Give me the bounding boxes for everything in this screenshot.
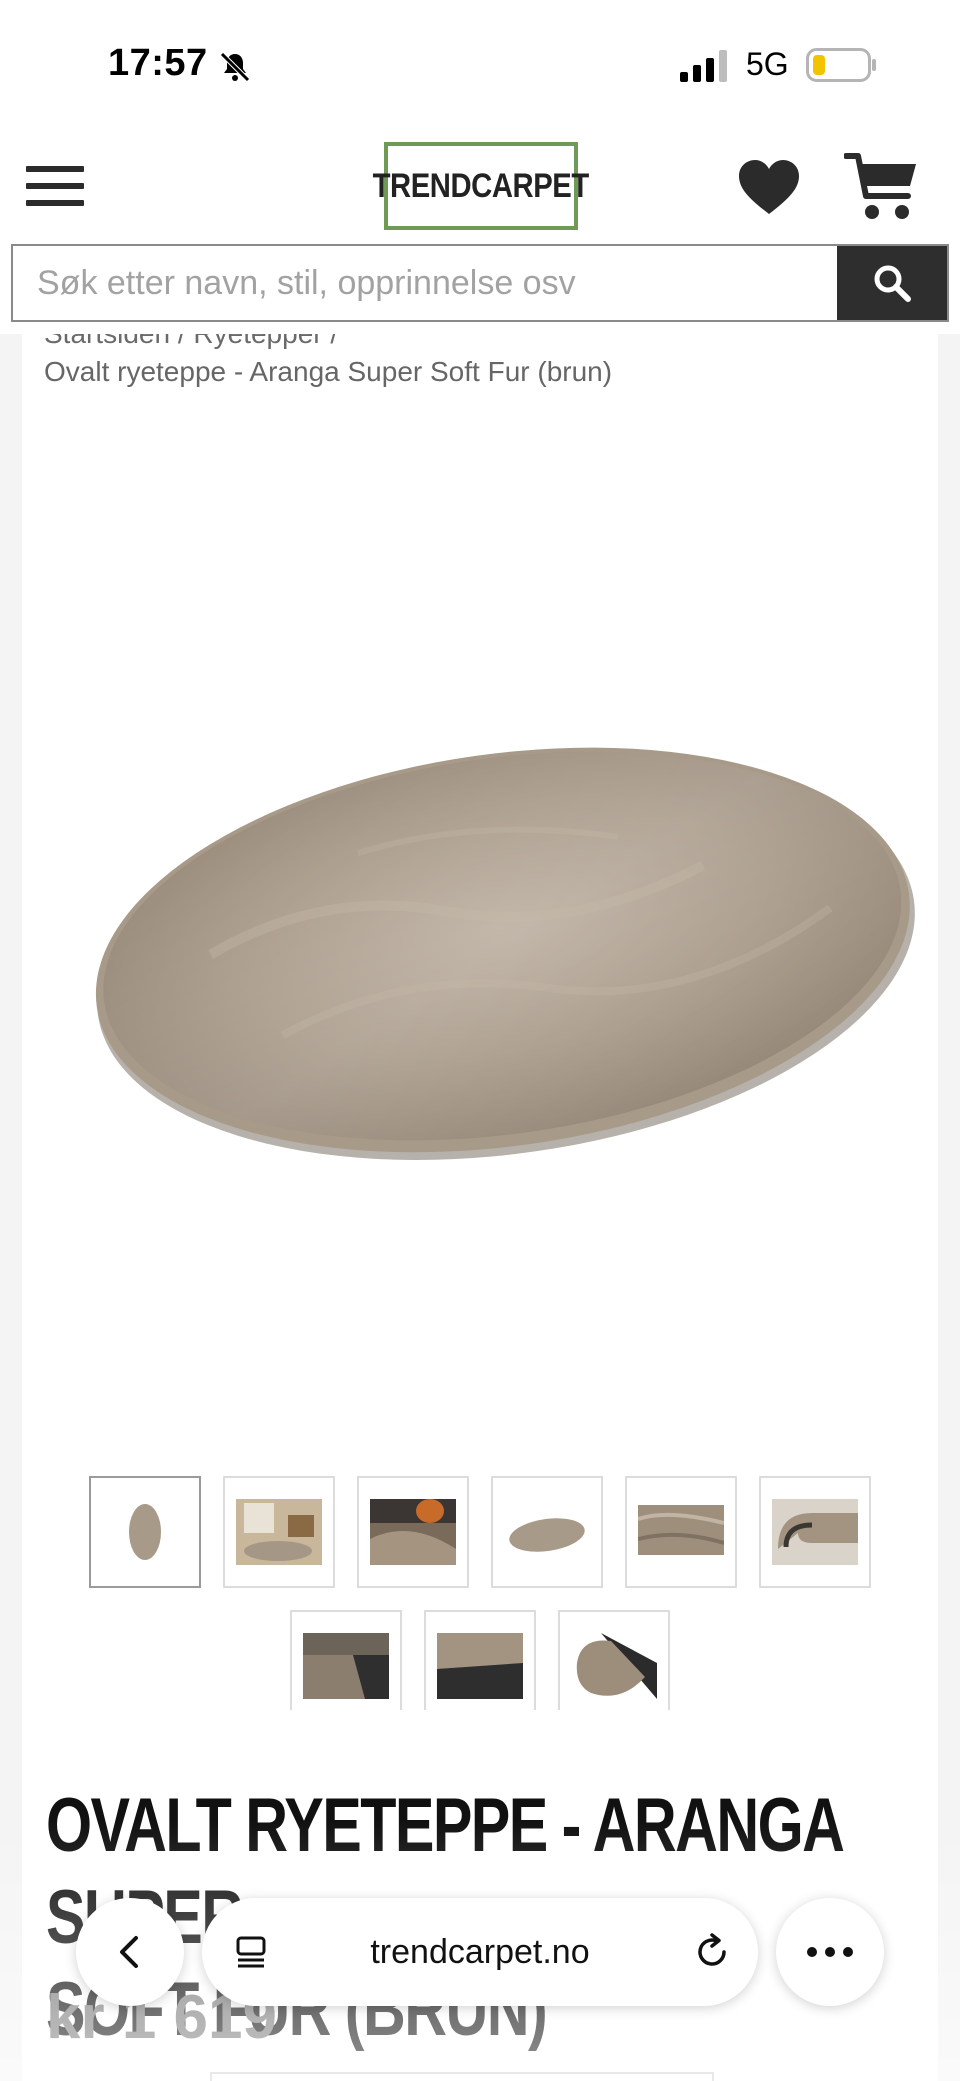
- search-button[interactable]: [837, 246, 947, 320]
- back-icon: [120, 1936, 138, 1968]
- more-icon: [807, 1947, 853, 1957]
- status-time: 17:57: [108, 42, 208, 84]
- battery-icon: [806, 48, 876, 82]
- thumbnail-backside[interactable]: [290, 1610, 402, 1710]
- thumbnail-corner-backing[interactable]: [558, 1610, 670, 1710]
- reader-icon[interactable]: [234, 1934, 270, 1970]
- thumbnail-oval-rug-angle[interactable]: [491, 1476, 603, 1588]
- back-button[interactable]: [76, 1898, 184, 2006]
- thumbnail-row: [22, 1476, 938, 1588]
- signal-icon: [680, 50, 727, 82]
- menu-icon[interactable]: [26, 166, 84, 212]
- breadcrumb-current: Ovalt ryeteppe - Aranga Super Soft Fur (…: [44, 356, 613, 387]
- thumbnail-closeup-floor[interactable]: [357, 1476, 469, 1588]
- breadcrumb[interactable]: Startsiden / Ryetepper /: [44, 334, 338, 350]
- thumbnail-oval-rug-top[interactable]: [89, 1476, 201, 1588]
- more-button[interactable]: [776, 1898, 884, 2006]
- option-box[interactable]: [210, 2072, 714, 2081]
- network-type: 5G: [746, 46, 789, 82]
- bell-muted-icon: [220, 52, 250, 82]
- search-bar: [11, 244, 949, 322]
- address-bar[interactable]: trendcarpet.no: [202, 1898, 758, 2006]
- search-input[interactable]: [13, 246, 839, 320]
- product-page: Startsiden / Ryetepper / Ovalt ryeteppe …: [0, 334, 960, 2081]
- site-header: TRENDCARPET: [0, 130, 960, 246]
- thumbnail-rolled-edge[interactable]: [759, 1476, 871, 1588]
- url-text: trendcarpet.no: [370, 1932, 590, 1971]
- status-bar: 17:57 5G: [0, 0, 960, 130]
- thumbnail-folded-backing[interactable]: [424, 1610, 536, 1710]
- browser-toolbar: trendcarpet.no: [0, 1890, 960, 2010]
- reload-icon[interactable]: [692, 1932, 732, 1972]
- product-main-image[interactable]: [72, 714, 932, 1174]
- thumbnail-row-2: [22, 1610, 938, 1710]
- thumbnail-texture[interactable]: [625, 1476, 737, 1588]
- heart-icon[interactable]: [736, 158, 802, 218]
- thumbnail-living-room[interactable]: [223, 1476, 335, 1588]
- site-logo[interactable]: TRENDCARPET: [373, 142, 590, 230]
- search-icon: [874, 265, 911, 302]
- cart-icon[interactable]: [844, 150, 920, 224]
- logo-text: TRENDCARPET: [372, 166, 590, 205]
